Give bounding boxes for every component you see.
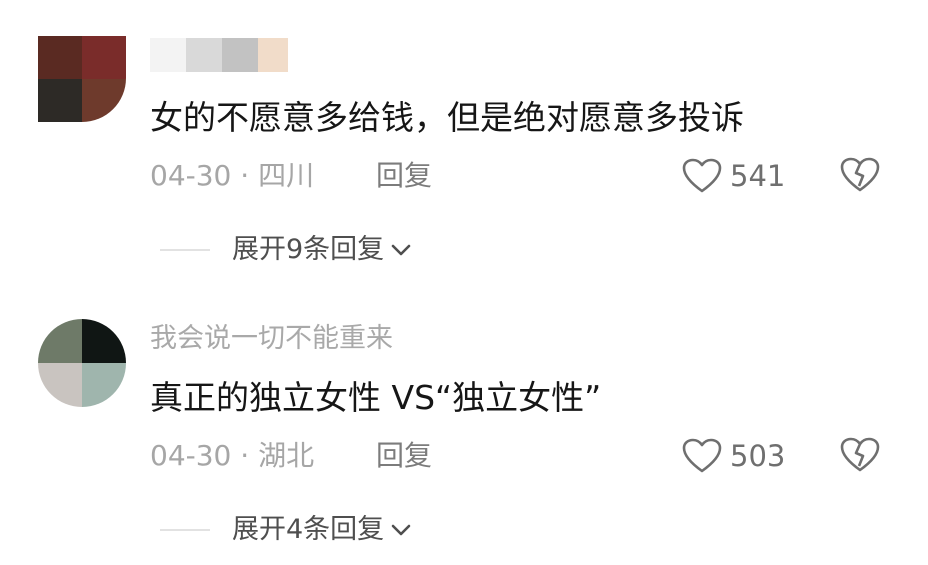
like-count: 541 <box>730 159 786 193</box>
chevron-down-icon <box>391 244 411 256</box>
meta-separator: · <box>240 439 250 472</box>
dislike-button[interactable] <box>840 436 880 476</box>
comment-meta: 04-30 · 湖北 回复 <box>150 438 432 474</box>
expand-replies-button[interactable]: 展开4条回复 <box>160 510 412 550</box>
meta-separator: · <box>240 159 250 192</box>
comment-location: 湖北 <box>258 439 315 472</box>
chevron-down-icon <box>391 524 411 536</box>
expand-replies-button[interactable]: 展开9条回复 <box>160 230 412 270</box>
comment-date: 04-30 <box>150 159 232 192</box>
comment-meta: 04-30 · 四川 回复 <box>150 158 432 194</box>
like-button[interactable]: 503 <box>682 436 785 476</box>
comment-date: 04-30 <box>150 439 232 472</box>
expand-replies-label: 展开9条回复 <box>232 234 385 265</box>
like-count: 503 <box>730 439 786 473</box>
avatar[interactable] <box>38 319 126 407</box>
broken-heart-icon <box>840 157 880 192</box>
heart-outline-icon <box>682 438 722 473</box>
comment-text: 真正的独立女性 VS“独立女性” <box>150 378 602 417</box>
expand-divider <box>160 529 210 531</box>
reply-button[interactable]: 回复 <box>376 438 432 474</box>
like-button[interactable]: 541 <box>682 156 785 196</box>
reply-button[interactable]: 回复 <box>376 158 432 194</box>
broken-heart-icon <box>840 437 880 472</box>
username[interactable]: 我会说一切不能重来 <box>150 322 393 356</box>
expand-divider <box>160 249 210 251</box>
expand-replies-label: 展开4条回复 <box>232 514 385 545</box>
comment-location: 四川 <box>258 159 315 192</box>
dislike-button[interactable] <box>840 156 880 196</box>
heart-outline-icon <box>682 158 722 193</box>
avatar[interactable] <box>38 36 126 122</box>
comment-text: 女的不愿意多给钱，但是绝对愿意多投诉 <box>150 98 744 137</box>
username-blurred[interactable] <box>150 38 288 72</box>
